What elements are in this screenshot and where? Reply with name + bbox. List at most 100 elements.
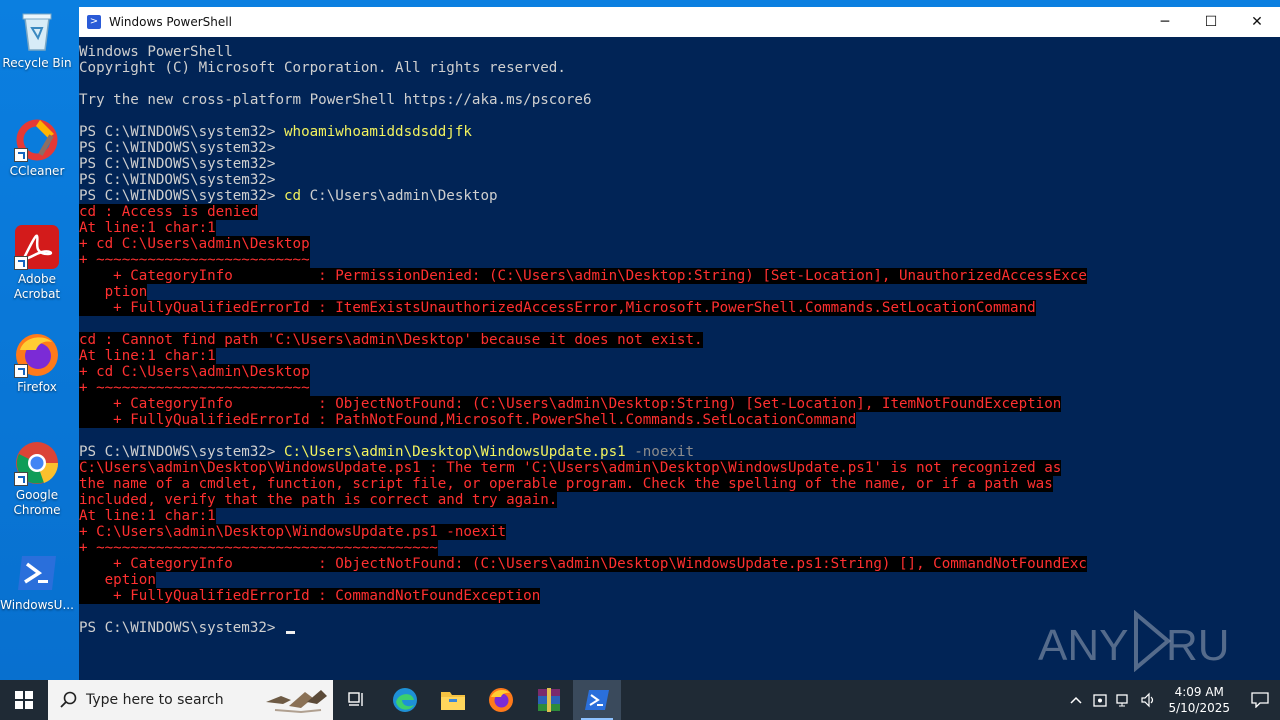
console-error: + FullyQualifiedErrorId : PathNotFound,M… [79, 412, 857, 428]
console-line: + ~~~~~~~~~~~~~~~~~~~~~~~~~~~~~~~~~~~~~~… [79, 540, 1280, 556]
desktop-icon-label: Google Chrome [13, 488, 61, 517]
console-line: + cd C:\Users\admin\Desktop [79, 236, 1280, 252]
tray-volume-icon[interactable] [1136, 680, 1160, 720]
taskbar-powershell[interactable] [573, 680, 621, 720]
powershell-script-icon [14, 550, 60, 596]
desktop-icon-recycle-bin[interactable]: Recycle Bin [0, 8, 74, 71]
console-error: + ~~~~~~~~~~~~~~~~~~~~~~~~~~~~~~~~~~~~~~… [79, 540, 438, 556]
desktop-icon-ccleaner[interactable]: CCleaner [0, 116, 74, 179]
desktop-icon-firefox[interactable]: Firefox [0, 332, 74, 395]
console-error: cd : Access is denied [79, 204, 259, 220]
console-line: PS C:\WINDOWS\system32> C:\Users\admin\D… [79, 444, 1280, 460]
tray-chevron-up-icon[interactable] [1064, 680, 1088, 720]
taskbar-file-explorer[interactable] [429, 680, 477, 720]
powershell-icon: > [87, 15, 101, 29]
taskbar: Type here to search 4:09 AM 5/10/2025 [0, 680, 1280, 720]
console-line: + FullyQualifiedErrorId : CommandNotFoun… [79, 588, 1280, 604]
console-line: + CategoryInfo : ObjectNotFound: (C:\Use… [79, 556, 1280, 572]
console-text: Copyright (C) Microsoft Corporation. All… [79, 60, 566, 76]
recycle-bin-icon [14, 8, 60, 54]
anyrun-watermark: ANY RUN [1038, 609, 1261, 673]
desktop-icon-google-chrome[interactable]: Google Chrome [0, 440, 74, 518]
console-line: ption [79, 284, 1280, 300]
minimize-button[interactable]: ─ [1142, 7, 1188, 37]
console-error: + cd C:\Users\admin\Desktop [79, 236, 310, 252]
adobe-acrobat-icon [14, 224, 60, 270]
console-line: Try the new cross-platform PowerShell ht… [79, 92, 1280, 108]
tray-network-icon[interactable] [1112, 680, 1136, 720]
console-line: cd : Cannot find path 'C:\Users\admin\De… [79, 332, 1280, 348]
console-line: + FullyQualifiedErrorId : ItemExistsUnau… [79, 300, 1280, 316]
start-button[interactable] [0, 680, 48, 720]
notification-center-button[interactable] [1240, 680, 1280, 720]
console-line: Copyright (C) Microsoft Corporation. All… [79, 60, 1280, 76]
console-line: eption [79, 572, 1280, 588]
console-error: + CategoryInfo : ObjectNotFound: (C:\Use… [79, 556, 1087, 572]
taskbar-search-box[interactable]: Type here to search [48, 680, 333, 720]
taskbar-winrar[interactable] [525, 680, 573, 720]
task-view-icon [348, 692, 363, 706]
winrar-icon [538, 688, 560, 712]
console-prompt: PS C:\WINDOWS\system32> [79, 620, 284, 636]
notification-icon [1251, 692, 1269, 708]
console-error: + cd C:\Users\admin\Desktop [79, 364, 310, 380]
window-titlebar[interactable]: > Windows PowerShell ─ ☐ ✕ [79, 7, 1280, 37]
powershell-window[interactable]: > Windows PowerShell ─ ☐ ✕ Windows Power… [79, 7, 1280, 680]
search-placeholder: Type here to search [86, 692, 224, 708]
console-command: C:\Users\admin\Desktop\WindowsUpdate.ps1 [284, 444, 626, 460]
console-error: At line:1 char:1 [79, 348, 216, 364]
console-error: + ~~~~~~~~~~~~~~~~~~~~~~~~~ [79, 380, 310, 396]
console-line: At line:1 char:1 [79, 220, 1280, 236]
windows-logo-icon [15, 691, 33, 709]
console-line: At line:1 char:1 [79, 348, 1280, 364]
console-line: the name of a cmdlet, function, script f… [79, 476, 1280, 492]
taskbar-clock[interactable]: 4:09 AM 5/10/2025 [1168, 684, 1230, 716]
edge-icon [393, 688, 417, 712]
console-command: cd [284, 188, 302, 204]
shortcut-arrow-icon [14, 148, 28, 162]
folder-icon [441, 692, 465, 710]
console-error: + CategoryInfo : ObjectNotFound: (C:\Use… [79, 396, 1062, 412]
console-error: the name of a cmdlet, function, script f… [79, 476, 1053, 492]
console-line: PS C:\WINDOWS\system32> whoamiwhoamiddsd… [79, 124, 1280, 140]
system-tray: 4:09 AM 5/10/2025 [1064, 680, 1280, 720]
console-error: + ~~~~~~~~~~~~~~~~~~~~~~~~~ [79, 252, 310, 268]
clock-time: 4:09 AM [1174, 685, 1224, 699]
console-output[interactable]: Windows PowerShell Copyright (C) Microsof… [79, 44, 1280, 680]
firefox-icon [489, 688, 513, 712]
desktop-icon-adobe-acrobat[interactable]: Adobe Acrobat [0, 224, 74, 302]
taskbar-edge[interactable] [381, 680, 429, 720]
console-command: whoamiwhoamiddsdsddjfk [284, 124, 472, 140]
console-error: + FullyQualifiedErrorId : ItemExistsUnau… [79, 300, 1036, 316]
console-option: -noexit [625, 444, 695, 460]
desktop-icon-label: Firefox [17, 380, 57, 394]
watermark-text-left: ANY [1038, 621, 1128, 670]
maximize-button[interactable]: ☐ [1188, 7, 1234, 37]
console-prompt: PS C:\WINDOWS\system32> [79, 156, 276, 172]
search-highlight-geese-icon [266, 690, 327, 714]
console-line: + cd C:\Users\admin\Desktop [79, 364, 1280, 380]
ccleaner-icon [14, 116, 60, 162]
desktop-icon-label: Adobe Acrobat [13, 272, 61, 301]
console-line: C:\Users\admin\Desktop\WindowsUpdate.ps1… [79, 460, 1280, 476]
console-text: Windows PowerShell [79, 44, 233, 60]
console-error: C:\Users\admin\Desktop\WindowsUpdate.ps1… [79, 460, 1062, 476]
tray-security-icon[interactable] [1088, 680, 1112, 720]
console-error: At line:1 char:1 [79, 220, 216, 236]
desktop-icon-label: Recycle Bin [2, 56, 72, 70]
console-error: cd : Cannot find path 'C:\Users\admin\De… [79, 332, 703, 348]
console-error: + C:\Users\admin\Desktop\WindowsUpdate.p… [79, 524, 507, 540]
taskbar-firefox[interactable] [477, 680, 525, 720]
console-line: + CategoryInfo : PermissionDenied: (C:\U… [79, 268, 1280, 284]
console-error: ption [79, 284, 148, 300]
task-view-button[interactable] [333, 680, 381, 720]
close-button[interactable]: ✕ [1234, 7, 1280, 37]
console-text: Try the new cross-platform PowerShell ht… [79, 92, 592, 108]
console-error: included, verify that the path is correc… [79, 492, 558, 508]
shortcut-arrow-icon [14, 256, 28, 270]
desktop-icon-windowsupdate[interactable]: WindowsU... [0, 550, 74, 613]
console-prompt: PS C:\WINDOWS\system32> [79, 124, 284, 140]
